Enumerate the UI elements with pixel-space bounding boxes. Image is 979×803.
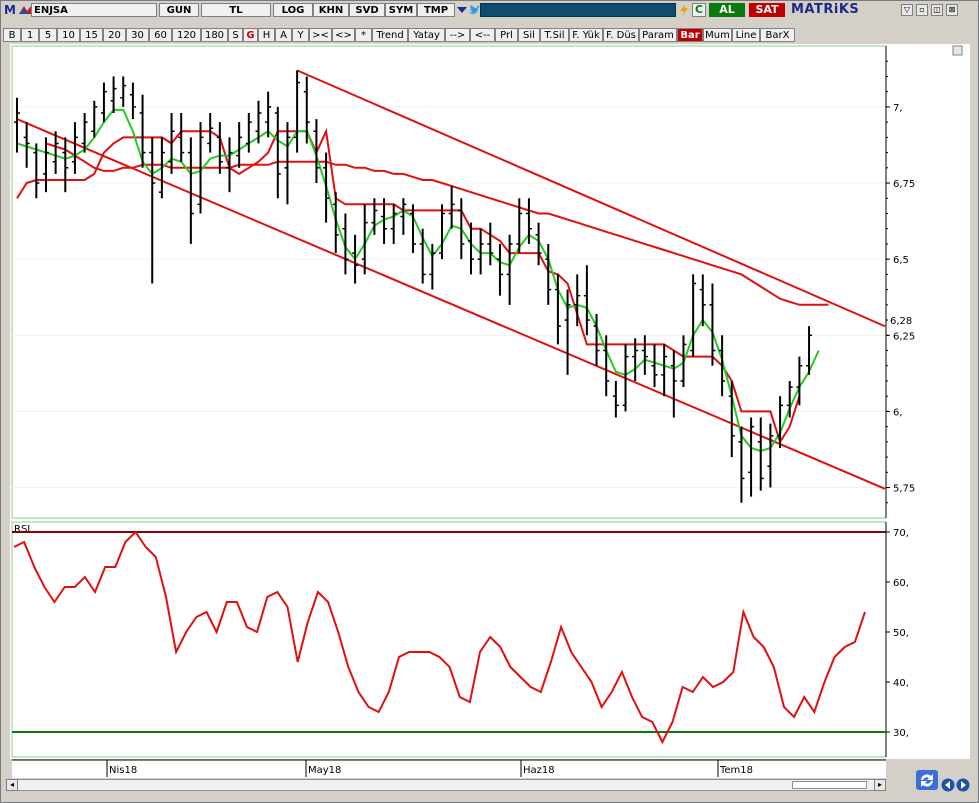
rsi-title: RSI xyxy=(14,524,30,535)
nav-right-icon[interactable] xyxy=(956,778,970,792)
nav-left-icon[interactable] xyxy=(941,778,955,792)
price-tick-label: 5,75 xyxy=(893,484,915,495)
price-tick-label: 6,25 xyxy=(893,331,915,342)
scroll-right-icon[interactable]: ▸ xyxy=(874,779,886,791)
price-tick-label: 6, xyxy=(893,407,903,418)
scroll-thumb[interactable] xyxy=(792,781,867,789)
rsi-tick-label: 60, xyxy=(893,578,909,589)
chart-svg: 7, 6,75 6,5 6,25 6, 5,75 6,28 RSI 70, 60, 50, 40, 30… xyxy=(10,44,970,778)
panel-restore-icon[interactable] xyxy=(952,45,963,56)
x-axis-label: May18 xyxy=(308,765,341,776)
last-price-label: 6,28 xyxy=(890,316,912,327)
x-axis-label: Haz18 xyxy=(523,765,555,776)
rsi-tick-label: 50, xyxy=(893,628,909,639)
rsi-tick-label: 40, xyxy=(893,678,909,689)
sync-icon[interactable] xyxy=(916,770,938,790)
rsi-tick-label: 30, xyxy=(893,728,909,739)
x-axis-label: Nis18 xyxy=(109,765,137,776)
x-axis-label: Tem18 xyxy=(719,765,753,776)
scroll-left-icon[interactable]: ◂ xyxy=(6,779,18,791)
price-tick-label: 6,75 xyxy=(893,179,915,190)
horizontal-scrollbar[interactable]: ◂ ▸ xyxy=(6,779,886,791)
rsi-tick-label: 70, xyxy=(893,528,909,539)
x-axis-band xyxy=(12,760,886,778)
price-tick-label: 7, xyxy=(893,103,903,114)
price-tick-label: 6,5 xyxy=(893,255,909,266)
